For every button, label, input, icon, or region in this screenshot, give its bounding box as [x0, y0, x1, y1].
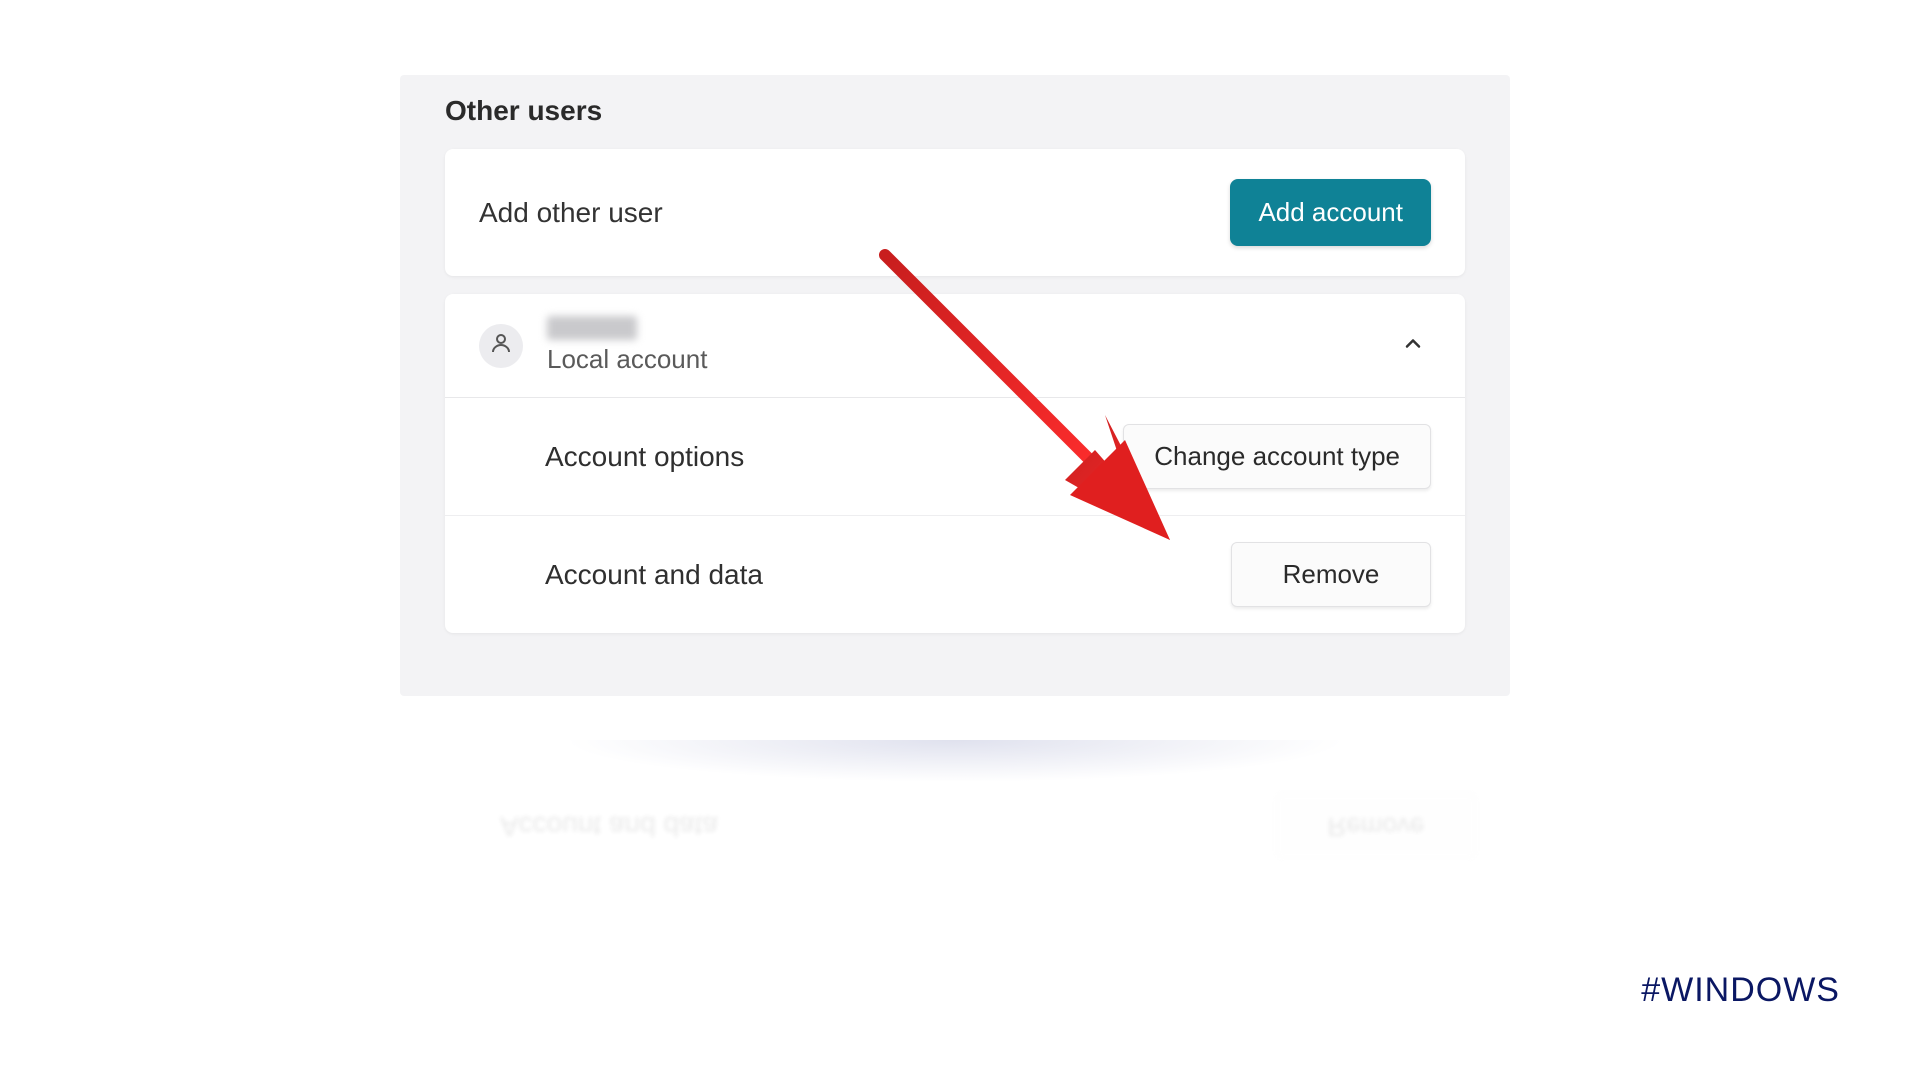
user-row[interactable]: Local account [445, 294, 1465, 398]
add-user-label: Add other user [479, 197, 663, 229]
account-data-row: Account and data Remove [445, 516, 1465, 633]
account-options-label: Account options [545, 441, 744, 473]
remove-account-button[interactable]: Remove [1231, 542, 1431, 607]
add-account-button[interactable]: Add account [1230, 179, 1431, 246]
add-user-row: Add other user Add account [445, 149, 1465, 276]
hashtag-label: #WINDOWS [1641, 971, 1840, 1010]
account-options-row: Account options Change account type [445, 398, 1465, 516]
panel-reflection: Account and data Remove [400, 780, 1510, 873]
user-info: Local account [547, 316, 707, 375]
person-icon [489, 331, 513, 360]
section-title: Other users [445, 95, 1465, 127]
other-users-panel: Other users Add other user Add account L… [400, 75, 1510, 696]
user-avatar [479, 324, 523, 368]
account-data-label: Account and data [545, 559, 763, 591]
user-account-type: Local account [547, 344, 707, 375]
panel-shadow [400, 740, 1510, 800]
change-account-type-button[interactable]: Change account type [1123, 424, 1431, 489]
user-account-card: Local account Account options Change acc… [445, 294, 1465, 633]
user-name-obscured [547, 316, 637, 340]
chevron-up-icon[interactable] [1401, 331, 1425, 360]
add-user-card: Add other user Add account [445, 149, 1465, 276]
